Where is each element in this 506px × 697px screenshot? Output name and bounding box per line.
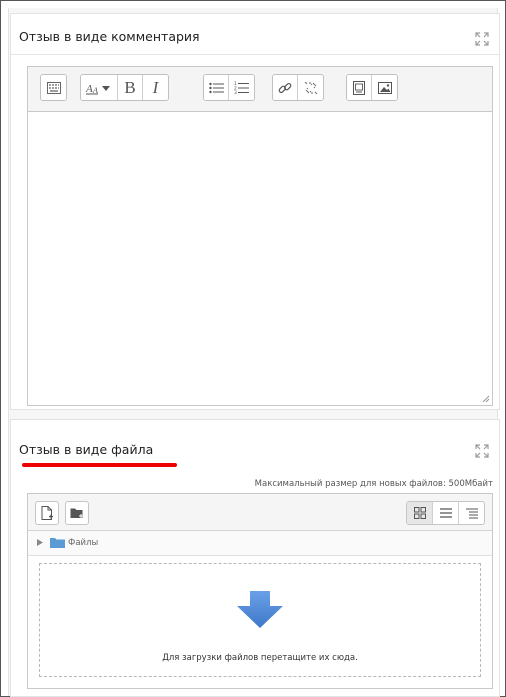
toolbar-group-toggle — [40, 74, 67, 101]
title-highlight-underline — [22, 463, 177, 467]
resize-grip-icon[interactable] — [482, 395, 490, 403]
view-mode-switcher — [406, 501, 485, 525]
file-manager-toolbar — [28, 494, 492, 531]
toolbar-group-format: A A B I — [80, 74, 169, 101]
editor-text-area[interactable] — [28, 112, 492, 405]
unlink-button[interactable] — [298, 75, 323, 100]
toolbar-group-links — [272, 74, 324, 101]
unordered-list-icon — [208, 82, 224, 93]
toolbar-toggle-button[interactable] — [41, 75, 66, 100]
toolbar-group-lists: 1 2 3 — [203, 74, 255, 101]
toolbar-toggle-icon — [46, 81, 61, 94]
download-arrow-icon — [237, 591, 283, 628]
bold-button[interactable]: B — [118, 75, 143, 100]
svg-text:3: 3 — [234, 90, 237, 95]
comment-section-title: Отзыв в виде комментария — [19, 29, 200, 44]
folder-add-icon — [70, 508, 83, 518]
italic-icon: I — [152, 77, 159, 97]
tree-view-icon — [465, 508, 478, 518]
image-button[interactable] — [372, 75, 397, 100]
unordered-list-button[interactable] — [204, 75, 229, 100]
expand-icon[interactable] — [475, 32, 489, 46]
link-button[interactable] — [273, 75, 298, 100]
add-file-button[interactable] — [35, 501, 59, 525]
italic-button[interactable]: I — [143, 75, 168, 100]
file-section-title: Отзыв в виде файла — [19, 442, 154, 457]
editor-toolbar: A A B I 1 2 3 — [28, 67, 492, 112]
add-file-icon — [41, 506, 53, 520]
expand-arrow-icon[interactable] — [37, 539, 43, 546]
unlink-icon — [304, 81, 317, 94]
max-file-size-note: Максимальный размер для новых файлов: 50… — [254, 479, 493, 489]
drop-instruction: Для загрузки файлов перетащите их сюда. — [162, 653, 358, 663]
media-icon — [353, 80, 365, 95]
page-frame: Отзыв в виде комментария A A B I 1 2 3 О… — [0, 0, 506, 697]
link-icon — [278, 82, 292, 93]
path-label-files[interactable]: Файлы — [68, 538, 98, 548]
ordered-list-icon: 1 2 3 — [234, 81, 249, 95]
text-editor[interactable]: A A B I 1 2 3 — [27, 66, 493, 406]
svg-text:A: A — [85, 83, 93, 95]
toolbar-group-media — [346, 74, 398, 101]
comment-feedback-section: Отзыв в виде комментария A A B I 1 2 3 — [10, 13, 500, 410]
create-folder-button[interactable] — [65, 501, 89, 525]
view-icons-button[interactable] — [407, 502, 433, 524]
bold-icon: B — [124, 77, 136, 97]
font-style-button[interactable]: A A — [81, 75, 118, 100]
view-list-button[interactable] — [433, 502, 459, 524]
image-icon — [377, 81, 392, 94]
file-manager: Файлы Для загрузки файлов перетащите их … — [27, 493, 493, 689]
view-tree-button[interactable] — [459, 502, 484, 524]
grid-view-icon — [413, 507, 426, 519]
folder-icon — [50, 538, 65, 548]
section-divider — [11, 54, 499, 55]
file-feedback-section: Отзыв в виде файла Максимальный размер д… — [10, 419, 500, 697]
expand-icon[interactable] — [475, 444, 489, 458]
list-view-icon — [439, 508, 452, 518]
ordered-list-button[interactable]: 1 2 3 — [229, 75, 254, 100]
file-path-bar: Файлы — [28, 531, 492, 556]
file-drop-zone[interactable]: Для загрузки файлов перетащите их сюда. — [39, 563, 481, 677]
font-style-icon: A A — [85, 83, 110, 95]
media-button[interactable] — [347, 75, 372, 100]
